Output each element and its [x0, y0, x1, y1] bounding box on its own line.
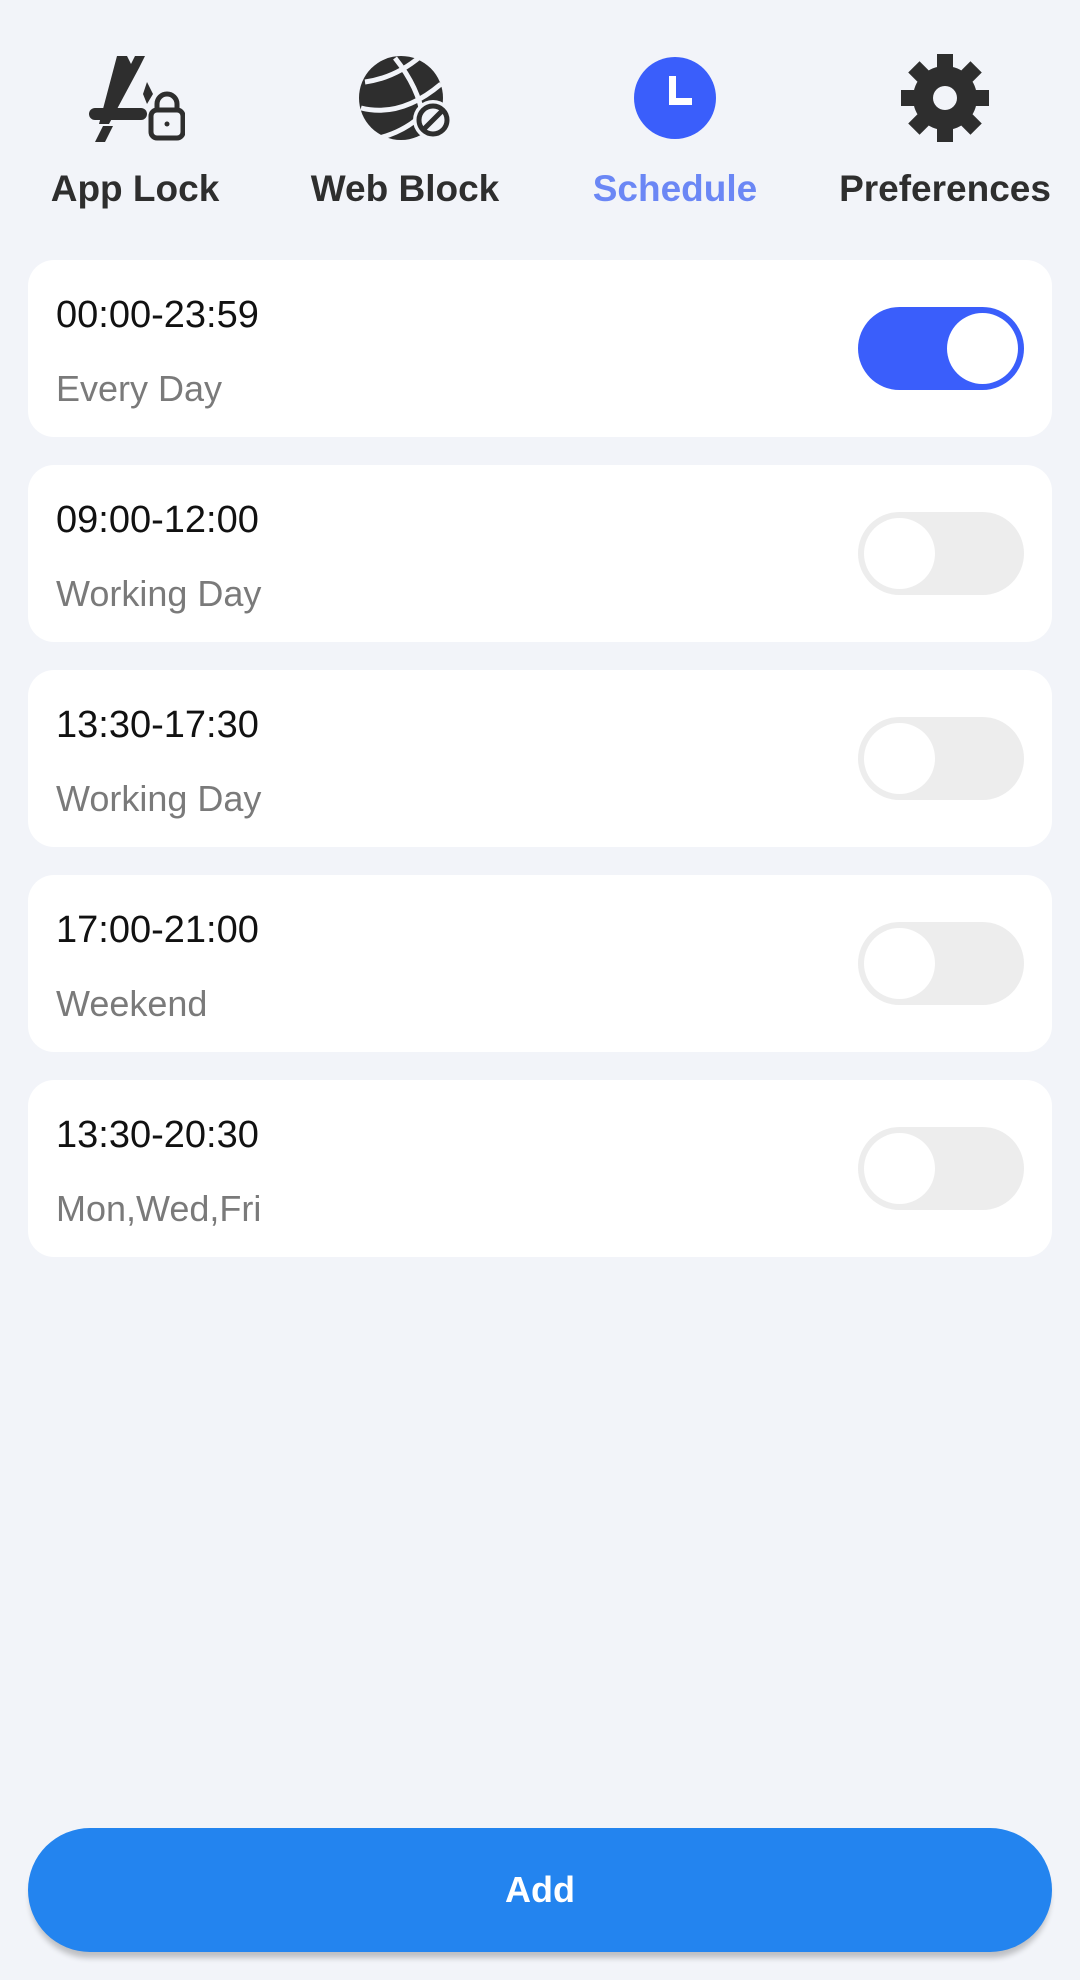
- tab-preferences[interactable]: Preferences: [810, 52, 1080, 212]
- schedule-toggle[interactable]: [858, 922, 1024, 1005]
- tab-app-lock[interactable]: App Lock: [0, 52, 270, 212]
- schedule-time: 17:00-21:00: [56, 909, 259, 951]
- tab-label: Web Block: [310, 168, 500, 209]
- schedule-repeat: Weekend: [56, 983, 208, 1024]
- schedule-time: 13:30-20:30: [56, 1114, 259, 1156]
- add-button[interactable]: Add: [28, 1828, 1052, 1952]
- schedule-item[interactable]: 13:30-17:30 Working Day: [28, 670, 1052, 847]
- schedule-repeat: Working Day: [56, 573, 262, 614]
- schedule-repeat: Every Day: [56, 368, 223, 409]
- toggle-knob: [864, 518, 935, 589]
- schedule-list: 00:00-23:59 Every Day 09:00-12:00 Workin…: [28, 260, 1052, 1285]
- schedule-item[interactable]: 17:00-21:00 Weekend: [28, 875, 1052, 1052]
- tab-label: App Lock: [50, 168, 220, 209]
- clock-icon: [625, 52, 725, 148]
- schedule-item[interactable]: 13:30-20:30 Mon,Wed,Fri: [28, 1080, 1052, 1257]
- toggle-knob: [864, 723, 935, 794]
- schedule-toggle[interactable]: [858, 1127, 1024, 1210]
- schedule-toggle[interactable]: [858, 717, 1024, 800]
- schedule-repeat: Mon,Wed,Fri: [56, 1188, 262, 1229]
- web-block-icon: [355, 52, 455, 148]
- toggle-knob: [864, 1133, 935, 1204]
- app-lock-icon: [85, 52, 185, 148]
- schedule-toggle[interactable]: [858, 512, 1024, 595]
- schedule-repeat: Working Day: [56, 778, 262, 819]
- schedule-item[interactable]: 09:00-12:00 Working Day: [28, 465, 1052, 642]
- schedule-time: 00:00-23:59: [56, 294, 259, 336]
- schedule-time: 13:30-17:30: [56, 704, 259, 746]
- tab-schedule[interactable]: Schedule: [540, 52, 810, 212]
- gear-icon: [895, 52, 995, 148]
- schedule-item[interactable]: 00:00-23:59 Every Day: [28, 260, 1052, 437]
- tab-label: Schedule: [592, 168, 758, 209]
- tab-web-block[interactable]: Web Block: [270, 52, 540, 212]
- schedule-toggle[interactable]: [858, 307, 1024, 390]
- toggle-knob: [947, 313, 1018, 384]
- schedule-time: 09:00-12:00: [56, 499, 259, 541]
- tab-label: Preferences: [839, 168, 1051, 209]
- top-tab-bar: App Lock Web Block Schedule Preferences: [0, 52, 1080, 212]
- toggle-knob: [864, 928, 935, 999]
